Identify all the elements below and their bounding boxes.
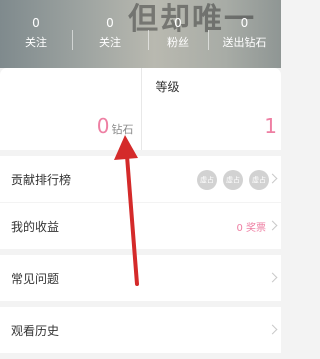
stat-diamonds-sent[interactable]: 0 送出钻石 xyxy=(208,16,281,56)
menu-list: 贡献排行榜 虚占 虚占 虚占 我的收益 0 奖票 常见问题 观看历史 xyxy=(0,156,281,354)
summary-card: 0 钻石 等级 1 xyxy=(0,68,281,150)
chevron-right-icon xyxy=(267,272,278,283)
empty-seat-avatar: 虚占 xyxy=(223,170,243,190)
stat-label: 粉丝 xyxy=(167,36,189,49)
menu-item-label: 观看历史 xyxy=(11,323,60,338)
stat-value: 0 xyxy=(240,16,249,30)
level-label: 等级 xyxy=(155,80,180,94)
diamonds-panel[interactable]: 0 钻石 xyxy=(0,68,141,150)
stat-following-1[interactable]: 0 关注 xyxy=(0,16,72,56)
stat-value: 0 xyxy=(106,16,114,30)
level-value: 1 xyxy=(264,114,277,138)
stat-fans[interactable]: 0 粉丝 xyxy=(148,16,208,56)
earnings-value: 0 奖票 xyxy=(236,222,266,234)
stat-label: 关注 xyxy=(25,36,47,49)
menu-item-faq[interactable]: 常见问题 xyxy=(0,255,281,301)
chevron-right-icon xyxy=(267,324,278,335)
empty-seat-avatar: 虚占 xyxy=(197,170,217,190)
diamond-count: 0 xyxy=(96,114,110,138)
chevron-right-icon xyxy=(267,220,278,231)
stats-bar: 0 关注 0 关注 0 粉丝 0 送出钻石 xyxy=(0,16,281,56)
menu-item-history[interactable]: 观看历史 xyxy=(0,307,281,353)
stat-value: 0 xyxy=(174,16,182,30)
stat-value: 0 xyxy=(32,16,40,30)
menu-item-earnings[interactable]: 我的收益 0 奖票 xyxy=(0,203,281,249)
menu-item-label: 常见问题 xyxy=(11,271,60,286)
diamonds-value: 0 钻石 xyxy=(97,115,134,137)
chevron-right-icon xyxy=(267,173,278,184)
diamond-unit: 钻石 xyxy=(111,123,134,136)
menu-item-label: 我的收益 xyxy=(11,219,60,234)
contributor-avatars: 虚占 虚占 虚占 xyxy=(197,170,269,190)
stat-label: 关注 xyxy=(99,36,121,49)
empty-seat-avatar: 虚占 xyxy=(249,170,269,190)
stat-label: 送出钻石 xyxy=(222,36,267,49)
profile-header: 但却唯一 0 关注 0 关注 0 粉丝 0 送出钻石 xyxy=(0,0,281,68)
level-panel[interactable]: 等级 1 xyxy=(140,68,282,150)
stat-following-2[interactable]: 0 关注 xyxy=(72,16,148,56)
menu-item-label: 贡献排行榜 xyxy=(11,172,72,187)
menu-item-contribution[interactable]: 贡献排行榜 虚占 虚占 虚占 xyxy=(0,156,281,202)
